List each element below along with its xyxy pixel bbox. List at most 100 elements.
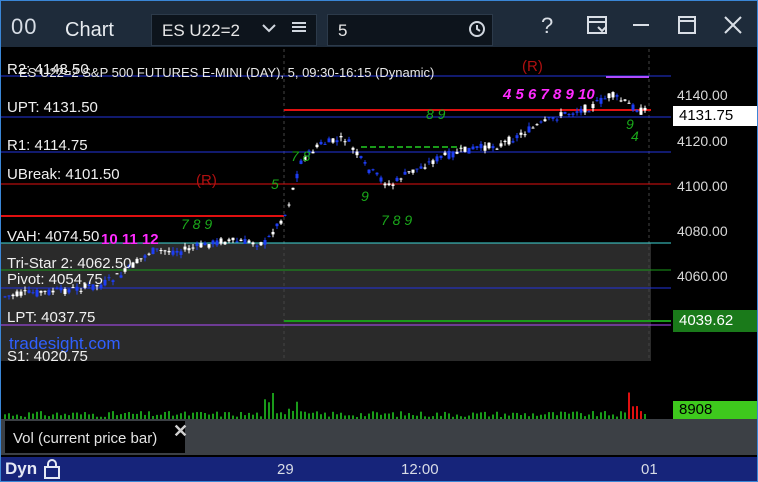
candle-body: [619, 100, 623, 102]
candle-body: [563, 111, 567, 114]
chevron-down-icon[interactable]: [262, 20, 276, 38]
svg-text:7 8 9: 7 8 9: [181, 216, 212, 232]
candle-body: [447, 150, 451, 159]
volume-bar: [304, 411, 306, 419]
candle-body: [183, 246, 187, 250]
symbol-selector[interactable]: ES U22=2: [151, 14, 317, 46]
volume-study-label[interactable]: Vol (current price bar) ✕: [5, 421, 188, 453]
candle-body: [163, 250, 167, 252]
volume-bar: [196, 412, 198, 419]
clock-icon[interactable]: [468, 20, 486, 43]
candle-body: [335, 140, 339, 143]
volume-bar: [620, 411, 622, 419]
candle-body: [235, 241, 239, 243]
volume-canvas: [4, 392, 646, 419]
volume-chart[interactable]: [1, 361, 671, 419]
candle-body: [247, 240, 251, 243]
volume-bar: [300, 411, 302, 419]
close-icon[interactable]: ✕: [173, 421, 188, 442]
candle-body: [491, 146, 495, 149]
volume-value: 8908: [679, 401, 713, 418]
candle-body: [383, 183, 387, 186]
candle-body: [571, 113, 575, 115]
help-icon[interactable]: ?: [541, 13, 553, 39]
volume-bar: [592, 411, 594, 419]
candle-body: [131, 262, 135, 268]
lpt-price-tag: 4039.62: [673, 310, 757, 332]
candle-body: [531, 127, 535, 129]
interval-selector[interactable]: 5: [327, 14, 493, 46]
candle-body: [211, 240, 215, 245]
interval-value: 5: [338, 21, 348, 40]
volume-bar: [444, 411, 446, 419]
candle-body: [483, 145, 487, 151]
lock-icon[interactable]: [43, 459, 61, 481]
volume-bar: [108, 412, 110, 419]
time-label: 01: [641, 461, 658, 478]
candle-body: [451, 151, 455, 158]
candle-body: [595, 100, 599, 102]
volume-bar: [272, 393, 274, 419]
time-axis[interactable]: Dyn 29 12:00 01: [1, 457, 757, 481]
volume-bar: [376, 412, 378, 419]
symbol-value: ES U22=2: [162, 21, 240, 40]
volume-bar: [148, 411, 150, 419]
candle-body: [15, 291, 19, 297]
volume-study-name: Vol (current price bar): [13, 430, 158, 447]
price-tick: 4120.00: [677, 133, 728, 149]
lpt-price: 4039.62: [679, 312, 734, 329]
volume-bar: [40, 411, 42, 419]
svg-text:7 8 9: 7 8 9: [381, 212, 412, 228]
candle-body: [175, 250, 179, 253]
candle-body: [63, 288, 67, 295]
svg-text:7 8: 7 8: [291, 148, 311, 164]
candle-body: [523, 134, 527, 136]
candle-body: [207, 244, 211, 248]
candle-body: [471, 146, 475, 150]
volume-bar: [128, 412, 130, 419]
volume-bar: [228, 412, 230, 419]
candle-body: [19, 291, 23, 296]
candle-body: [215, 240, 219, 246]
candle-body: [479, 143, 483, 149]
minimize-icon[interactable]: [631, 15, 651, 41]
candle-body: [259, 242, 263, 246]
volume-bar: [168, 411, 170, 419]
volume-bar: [372, 411, 374, 419]
candle-body: [239, 239, 243, 242]
svg-text:8 9: 8 9: [426, 106, 446, 122]
candle-body: [559, 112, 563, 117]
candle-body: [487, 142, 491, 149]
candle-body: [503, 140, 507, 142]
candle-body: [419, 166, 423, 169]
volume-bar: [164, 411, 166, 419]
candle-body: [287, 204, 291, 206]
close-icon[interactable]: [723, 15, 743, 41]
candle-body: [475, 146, 479, 148]
dyn-label[interactable]: Dyn: [5, 459, 37, 479]
maximize-icon[interactable]: [677, 15, 697, 41]
volume-bar: [288, 408, 290, 419]
candle-body: [187, 248, 191, 251]
price-axis[interactable]: 4140.00 4131.75 4120.00 4100.00 4080.00 …: [671, 49, 757, 419]
chart-app-icon[interactable]: 00: [11, 14, 37, 40]
list-icon[interactable]: [292, 19, 306, 39]
candle-body: [395, 177, 399, 181]
candle-body: [535, 124, 539, 126]
candle-body: [391, 184, 395, 186]
candle-body: [431, 160, 435, 164]
template-icon[interactable]: [586, 15, 610, 43]
volume-bar: [292, 410, 294, 419]
candle-body: [279, 220, 283, 224]
r-marker-top: (R): [522, 58, 543, 75]
candle-body: [407, 171, 411, 173]
volume-bar: [28, 412, 30, 419]
candle-body: [567, 113, 571, 115]
candle-body: [495, 148, 499, 150]
candle-body: [191, 247, 195, 249]
candle-body: [275, 223, 279, 227]
volume-bar: [480, 412, 482, 419]
candle-body: [255, 245, 259, 247]
volume-bar: [552, 412, 554, 419]
candle-body: [159, 250, 163, 252]
